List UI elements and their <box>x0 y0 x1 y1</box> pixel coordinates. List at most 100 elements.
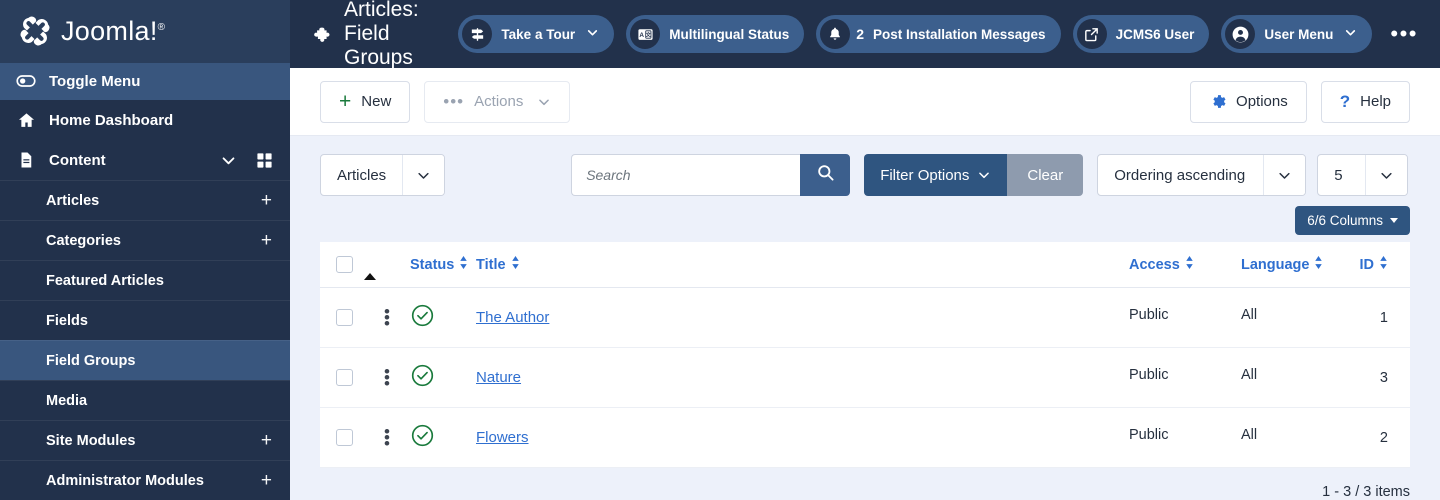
drag-handle-icon[interactable]: • • • <box>364 363 410 392</box>
clear-label: Clear <box>1027 166 1064 184</box>
sidebar-item-administrator-modules[interactable]: Administrator Modules + <box>0 460 290 500</box>
table-row: • • • The Author Public All 1 <box>320 284 1410 348</box>
brand-name: Joomla!® <box>61 15 166 46</box>
home-icon <box>16 110 36 130</box>
status-published-icon[interactable] <box>410 364 435 392</box>
search-input[interactable] <box>571 154 801 196</box>
multilingual-status-label: Multilingual Status <box>669 26 790 42</box>
add-site-module-icon[interactable]: + <box>261 431 272 450</box>
columns-selector-label: 6/6 Columns <box>1307 213 1383 228</box>
field-group-link[interactable]: Flowers <box>476 429 529 446</box>
overflow-menu-icon[interactable]: ••• <box>1384 23 1424 45</box>
field-groups-table: Status Title Access Language ID • • • Th… <box>320 242 1410 468</box>
actions-label: Actions <box>474 93 524 110</box>
scope-select-value: Articles <box>337 166 387 184</box>
id-header-label: ID <box>1359 256 1375 273</box>
row-access-cell: Public <box>1129 284 1241 345</box>
sort-ascending-icon <box>364 256 376 280</box>
row-status-cell[interactable] <box>410 287 476 348</box>
row-id-cell: 2 <box>1346 407 1410 468</box>
select-all-checkbox[interactable] <box>336 256 353 273</box>
ordering-header[interactable] <box>364 242 410 288</box>
sidebar-item-label: Fields <box>46 312 88 329</box>
row-drag-cell[interactable]: • • • <box>364 347 410 408</box>
actions-button[interactable]: ••• Actions <box>424 80 571 123</box>
new-button[interactable]: + New <box>320 80 411 123</box>
scope-select[interactable]: Articles <box>320 154 446 196</box>
chevron-down-icon <box>1365 155 1408 195</box>
field-group-link[interactable]: The Author <box>476 309 549 326</box>
page-title-text: Articles: Field Groups <box>344 0 419 69</box>
status-header-label: Status <box>410 256 455 273</box>
sidebar-item-label: Field Groups <box>46 352 136 369</box>
row-title-cell: The Author <box>476 287 1129 348</box>
take-a-tour-button[interactable]: Take a Tour <box>458 15 615 53</box>
row-access-cell: Public <box>1129 344 1241 405</box>
toggle-switch-icon <box>16 71 36 91</box>
access-header[interactable]: Access <box>1129 242 1241 288</box>
add-admin-module-icon[interactable]: + <box>261 471 272 490</box>
row-checkbox[interactable] <box>336 309 353 326</box>
search-button[interactable] <box>800 154 851 196</box>
sidebar-item-label: Featured Articles <box>46 272 164 289</box>
sidebar-item-field-groups[interactable]: Field Groups <box>0 340 290 380</box>
row-status-cell[interactable] <box>410 347 476 408</box>
add-category-icon[interactable]: + <box>261 231 272 250</box>
search-group <box>571 154 851 196</box>
sidebar-item-categories[interactable]: Categories + <box>0 220 290 260</box>
chevron-down-icon <box>977 168 991 182</box>
site-link-button[interactable]: JCMS6 User <box>1072 15 1210 53</box>
ordering-select[interactable]: Ordering ascending <box>1097 154 1307 196</box>
field-group-link[interactable]: Nature <box>476 369 521 386</box>
multilingual-status-button[interactable]: A文 Multilingual Status <box>626 15 805 53</box>
row-title-cell: Flowers <box>476 407 1129 468</box>
chevron-down-icon <box>1344 26 1357 42</box>
id-header[interactable]: ID <box>1346 242 1410 288</box>
clear-filters-button[interactable]: Clear <box>1007 154 1084 196</box>
brand-logo-area[interactable]: Joomla!® <box>0 0 290 63</box>
row-status-cell[interactable] <box>410 407 476 468</box>
drag-handle-icon[interactable]: • • • <box>364 423 410 452</box>
search-icon <box>816 163 835 187</box>
title-header-label: Title <box>476 256 506 273</box>
chevron-down-icon <box>586 26 599 42</box>
post-installation-messages-button[interactable]: 2 Post Installation Messages <box>816 15 1061 53</box>
filter-options-button[interactable]: Filter Options <box>864 154 1008 196</box>
chevron-down-icon <box>1263 155 1306 195</box>
row-drag-cell[interactable]: • • • <box>364 407 410 468</box>
user-menu-button[interactable]: User Menu <box>1221 15 1373 53</box>
add-article-icon[interactable]: + <box>261 191 272 210</box>
grid-view-icon[interactable] <box>254 150 274 170</box>
help-label: Help <box>1360 93 1391 110</box>
toggle-menu-button[interactable]: Toggle Menu <box>0 62 290 100</box>
row-drag-cell[interactable]: • • • <box>364 287 410 348</box>
row-checkbox[interactable] <box>336 429 353 446</box>
language-header[interactable]: Language <box>1241 242 1346 288</box>
row-checkbox[interactable] <box>336 369 353 386</box>
columns-selector-button[interactable]: 6/6 Columns <box>1295 206 1410 235</box>
sidebar-item-home-dashboard[interactable]: Home Dashboard <box>0 100 290 140</box>
status-header[interactable]: Status <box>410 242 476 288</box>
list-limit-value: 5 <box>1334 166 1343 184</box>
sort-icon <box>1379 256 1388 273</box>
filter-options-label: Filter Options <box>880 166 970 184</box>
access-header-label: Access <box>1129 256 1180 273</box>
status-published-icon[interactable] <box>410 424 435 452</box>
sidebar-item-fields[interactable]: Fields <box>0 300 290 340</box>
row-title-cell: Nature <box>476 347 1129 408</box>
pagination-summary: 1 - 3 / 3 items <box>1322 484 1410 500</box>
sidebar-item-content[interactable]: Content <box>0 140 290 180</box>
sidebar-item-featured-articles[interactable]: Featured Articles <box>0 260 290 300</box>
status-published-icon[interactable] <box>410 304 435 332</box>
sidebar-item-media[interactable]: Media <box>0 380 290 420</box>
title-header[interactable]: Title <box>476 242 1129 288</box>
sidebar-item-articles[interactable]: Articles + <box>0 180 290 220</box>
sidebar-item-site-modules[interactable]: Site Modules + <box>0 420 290 460</box>
page-title: Articles: Field Groups <box>312 0 446 70</box>
help-button[interactable]: ? Help <box>1320 80 1410 123</box>
translate-icon: A文 <box>630 19 661 49</box>
drag-handle-icon[interactable]: • • • <box>364 303 410 332</box>
list-limit-select[interactable]: 5 <box>1317 154 1409 196</box>
chevron-down-icon[interactable] <box>218 150 238 170</box>
options-button[interactable]: Options <box>1190 80 1307 123</box>
